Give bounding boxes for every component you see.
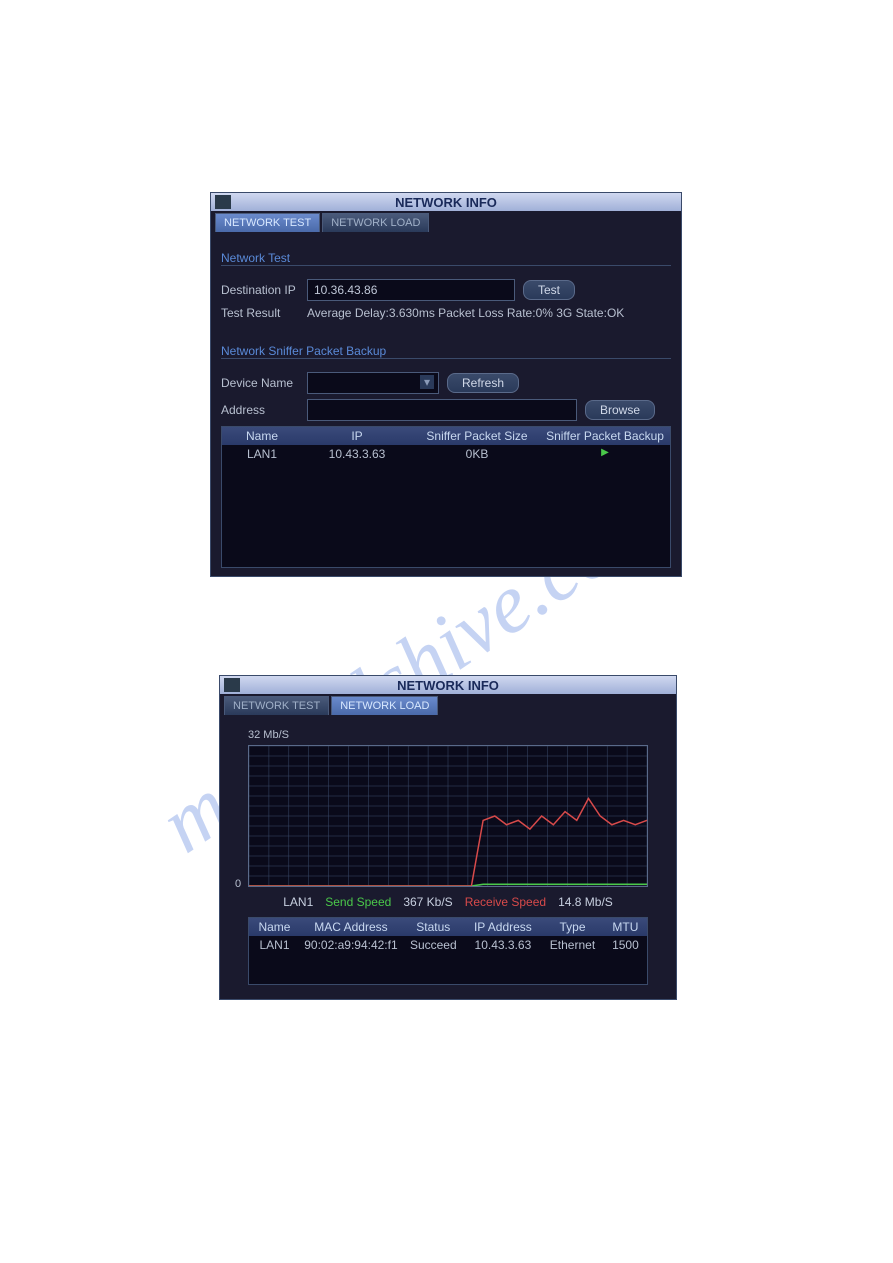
col-name: Name	[222, 429, 302, 443]
test-button[interactable]: Test	[523, 280, 575, 300]
section-sniffer: Network Sniffer Packet Backup	[221, 344, 671, 359]
tab-network-test[interactable]: NETWORK TEST	[224, 696, 329, 715]
label-test-result: Test Result	[221, 306, 299, 320]
play-icon[interactable]: ▶	[542, 447, 668, 461]
table-row[interactable]: LAN1 10.43.3.63 0KB ▶	[222, 445, 670, 463]
cell-name: LAN1	[249, 938, 300, 952]
legend-lan: LAN1	[283, 895, 313, 909]
destination-ip-input[interactable]	[307, 279, 515, 301]
test-result-value: Average Delay:3.630ms Packet Loss Rate:0…	[307, 306, 624, 320]
legend-recv-value: 14.8 Mb/S	[558, 895, 613, 909]
table-header: Name MAC Address Status IP Address Type …	[249, 918, 647, 936]
label-destination-ip: Destination IP	[221, 283, 299, 297]
content-pane: Network Test Destination IP Test Test Re…	[211, 232, 681, 576]
col-type: Type	[541, 920, 604, 934]
y-axis-top: 32 Mb/S	[248, 729, 666, 741]
tab-network-test[interactable]: NETWORK TEST	[215, 213, 320, 232]
address-input[interactable]	[307, 399, 577, 421]
section-network-test: Network Test	[221, 251, 671, 266]
col-mtu: MTU	[604, 920, 647, 934]
tab-network-load[interactable]: NETWORK LOAD	[331, 696, 438, 715]
device-name-select[interactable]	[307, 372, 439, 394]
cell-mac: 90:02:a9:94:42:f1	[300, 938, 402, 952]
tab-network-load[interactable]: NETWORK LOAD	[322, 213, 429, 232]
window-network-test: NETWORK INFO NETWORK TEST NETWORK LOAD N…	[210, 192, 682, 577]
cell-mtu: 1500	[604, 938, 647, 952]
window-title: NETWORK INFO	[397, 678, 499, 693]
titlebar: NETWORK INFO	[220, 676, 676, 694]
cell-name: LAN1	[222, 447, 302, 461]
cell-ip: 10.43.3.63	[302, 447, 412, 461]
window-title: NETWORK INFO	[395, 195, 497, 210]
col-ip: IP Address	[465, 920, 541, 934]
app-icon	[215, 195, 231, 209]
cell-type: Ethernet	[541, 938, 604, 952]
table-header: Name IP Sniffer Packet Size Sniffer Pack…	[222, 427, 670, 445]
browse-button[interactable]: Browse	[585, 400, 655, 420]
col-size: Sniffer Packet Size	[412, 429, 542, 443]
cell-size: 0KB	[412, 447, 542, 461]
col-backup: Sniffer Packet Backup	[542, 429, 668, 443]
cell-status: Succeed	[402, 938, 465, 952]
table-row[interactable]: LAN1 90:02:a9:94:42:f1 Succeed 10.43.3.6…	[249, 936, 647, 954]
col-status: Status	[402, 920, 465, 934]
refresh-button[interactable]: Refresh	[447, 373, 519, 393]
legend-recv-label: Receive Speed	[465, 895, 546, 909]
tab-bar: NETWORK TEST NETWORK LOAD	[220, 694, 676, 715]
legend-send-label: Send Speed	[325, 895, 391, 909]
col-name: Name	[249, 920, 300, 934]
window-network-load: NETWORK INFO NETWORK TEST NETWORK LOAD 3…	[219, 675, 677, 1000]
cell-ip: 10.43.3.63	[465, 938, 541, 952]
y-axis-zero: 0	[235, 878, 241, 890]
col-ip: IP	[302, 429, 412, 443]
sniffer-table: Name IP Sniffer Packet Size Sniffer Pack…	[221, 426, 671, 568]
label-device-name: Device Name	[221, 376, 299, 390]
interface-table: Name MAC Address Status IP Address Type …	[248, 917, 648, 985]
network-load-chart: 0	[248, 745, 648, 887]
col-mac: MAC Address	[300, 920, 402, 934]
label-address: Address	[221, 403, 299, 417]
tab-bar: NETWORK TEST NETWORK LOAD	[211, 211, 681, 232]
titlebar: NETWORK INFO	[211, 193, 681, 211]
content-pane: 32 Mb/S 0 LAN1 Send Speed 367 Kb/S Recei…	[220, 715, 676, 999]
app-icon	[224, 678, 240, 692]
legend: LAN1 Send Speed 367 Kb/S Receive Speed 1…	[230, 895, 666, 909]
legend-send-value: 367 Kb/S	[403, 895, 452, 909]
